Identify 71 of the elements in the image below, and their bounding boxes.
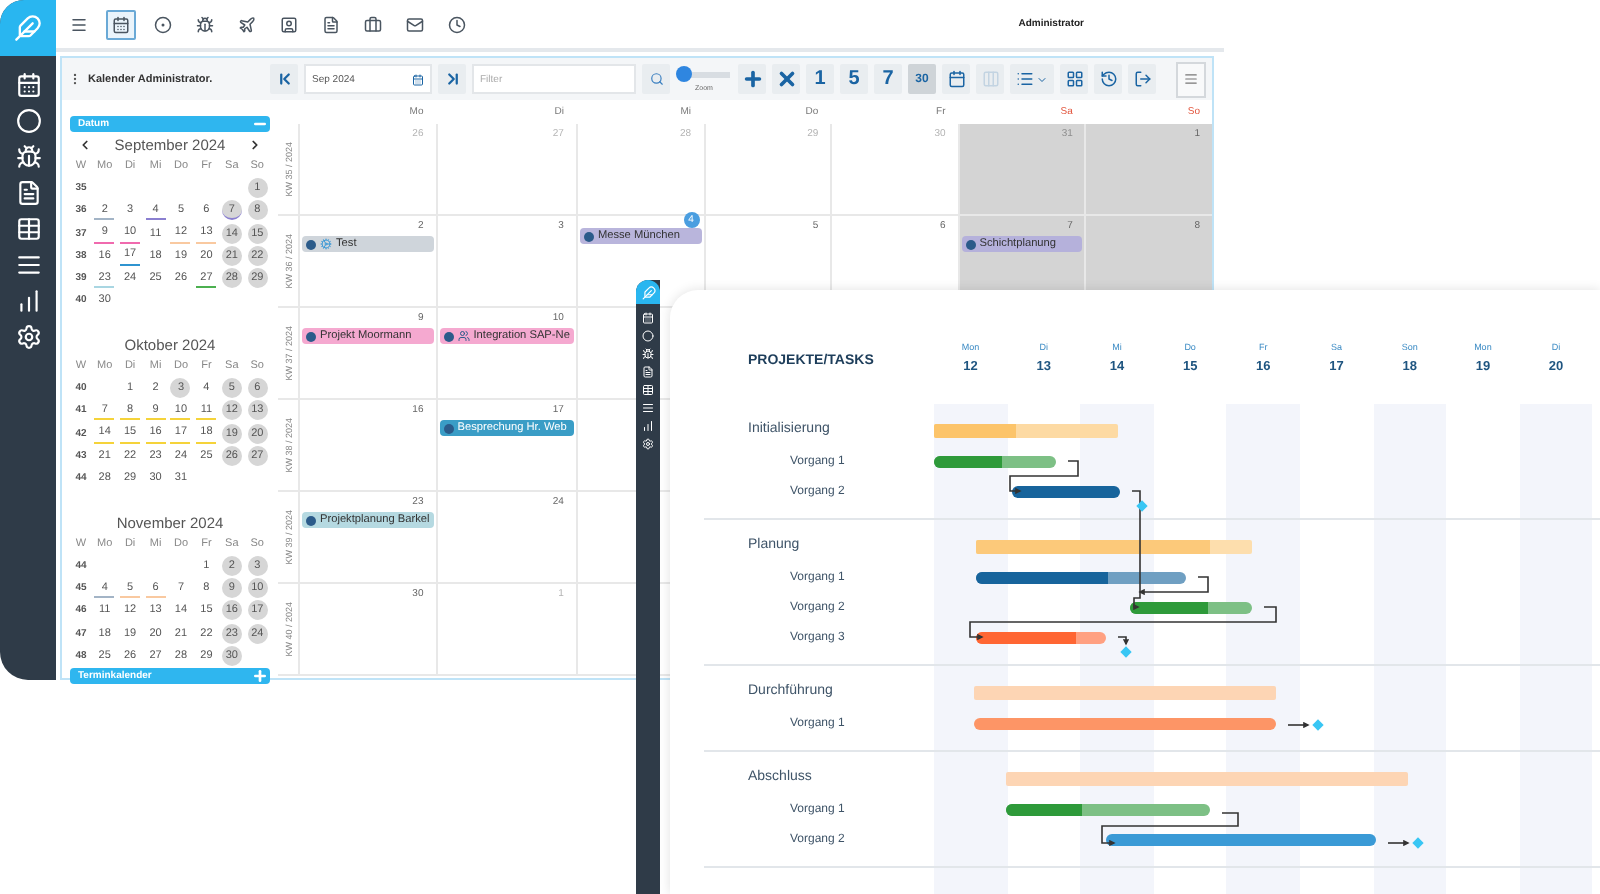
previous-button[interactable] (270, 64, 298, 94)
status-dot (306, 239, 316, 249)
history-icon (1099, 70, 1117, 88)
bug-icon (196, 15, 214, 33)
document-icon (322, 15, 340, 33)
add-button[interactable] (738, 64, 766, 94)
grid-icon (1065, 70, 1083, 88)
mail-icon (406, 15, 424, 33)
bar-chart-icon[interactable] (15, 288, 41, 314)
bug-icon[interactable] (15, 144, 41, 170)
export-icon (1133, 70, 1151, 88)
zoom-slider[interactable] (678, 66, 730, 82)
menu-icon (1184, 72, 1198, 86)
status-dot (965, 239, 976, 249)
next-month-icon[interactable] (248, 138, 262, 152)
status-dot (443, 331, 454, 341)
bug-icon[interactable] (642, 348, 654, 360)
plane-icon (238, 15, 256, 33)
plus-icon (741, 68, 763, 90)
document-icon[interactable] (15, 180, 41, 206)
gear-icon (320, 238, 332, 250)
briefcase-icon (364, 15, 382, 33)
people-icon (457, 330, 470, 342)
bar-chart-icon[interactable] (642, 420, 654, 432)
settings-icon[interactable] (15, 324, 41, 350)
view-button[interactable]: 5 (840, 64, 868, 94)
calendar-icon (412, 73, 424, 85)
menu-icon[interactable] (642, 402, 654, 414)
calendar-icon (947, 70, 965, 88)
slider-thumb[interactable] (675, 66, 692, 82)
status-dot (583, 231, 594, 241)
calendar-button[interactable] (106, 9, 136, 39)
calendar-button[interactable] (942, 64, 970, 94)
export-button[interactable] (1128, 64, 1156, 94)
status-dot (443, 423, 454, 433)
view-button[interactable]: 1 (806, 64, 834, 94)
columns-icon (981, 70, 999, 88)
document-icon[interactable] (642, 366, 654, 378)
caret-icon (1036, 73, 1048, 85)
delete-button[interactable] (772, 64, 800, 94)
skip-forward-icon (443, 70, 461, 88)
disc-icon (154, 15, 172, 33)
skip-back-icon (275, 70, 293, 88)
dependency-arrow (1287, 721, 1310, 729)
close-icon (775, 68, 797, 90)
table-icon[interactable] (15, 216, 41, 242)
dependency-arrow (1101, 812, 1239, 847)
status-dot (306, 331, 316, 341)
list-icon (1016, 70, 1034, 88)
circle-icon[interactable] (642, 330, 654, 342)
calendar-icon (112, 15, 130, 33)
grid-button[interactable] (1060, 64, 1088, 94)
dependency-arrow (1009, 460, 1079, 495)
calendar-icon[interactable] (642, 312, 654, 324)
dependency-arrow (1387, 839, 1410, 847)
search-icon (649, 72, 663, 86)
list-button[interactable] (1010, 64, 1054, 94)
menu-icon (70, 15, 88, 33)
drag-handle-icon[interactable] (68, 72, 82, 86)
calendar-icon[interactable] (15, 72, 41, 98)
status-dot (306, 515, 316, 525)
menu-icon[interactable] (15, 252, 41, 278)
previous-month-icon[interactable] (78, 138, 92, 152)
view-button[interactable]: 7 (874, 64, 902, 94)
clock-icon (448, 15, 466, 33)
contact-card-icon (280, 15, 298, 33)
circle-icon[interactable] (15, 108, 41, 134)
table-icon[interactable] (642, 384, 654, 396)
history-button[interactable] (1094, 64, 1122, 94)
next-button[interactable] (438, 64, 466, 94)
settings-icon[interactable] (642, 438, 654, 450)
